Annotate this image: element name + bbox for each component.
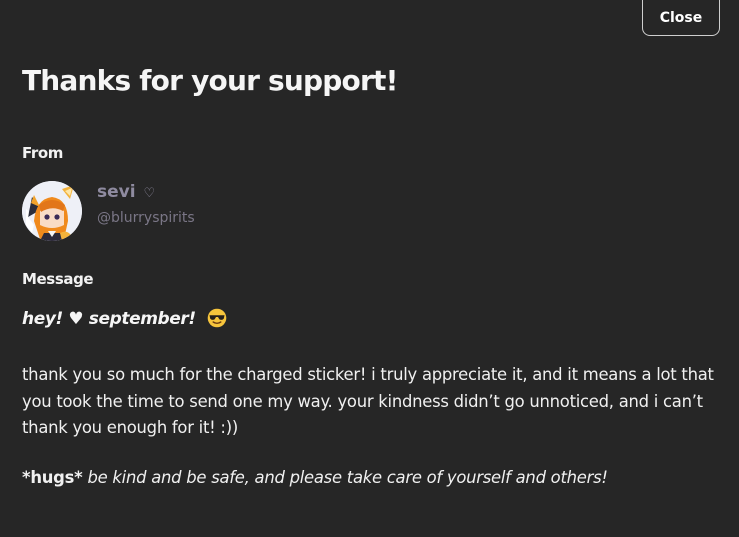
modal-title: Thanks for your support! [22,64,398,97]
message-closing: *hugs* be kind and be safe, and please t… [22,468,608,487]
message-greeting: hey! ♥ september! [22,308,227,333]
from-label: From [22,144,64,162]
closing-text: be kind and be safe, and please take car… [87,468,608,487]
greeting-text: hey! ♥ september! [22,309,196,329]
closing-hugs: *hugs* [22,468,83,487]
sender-name[interactable]: sevi ♡ [97,182,155,202]
avatar-image [22,181,82,241]
heart-outline-icon: ♡ [143,186,156,201]
sender-name-text: sevi [97,182,136,202]
sender-handle[interactable]: @blurryspirits [97,210,195,226]
close-button[interactable]: Close [642,0,720,36]
message-label: Message [22,270,94,288]
avatar[interactable] [22,181,82,241]
support-thanks-modal: Close Thanks for your support! From sevi… [0,0,739,537]
smiling-face-with-sunglasses-icon [207,308,227,333]
message-body: thank you so much for the charged sticke… [22,365,714,437]
